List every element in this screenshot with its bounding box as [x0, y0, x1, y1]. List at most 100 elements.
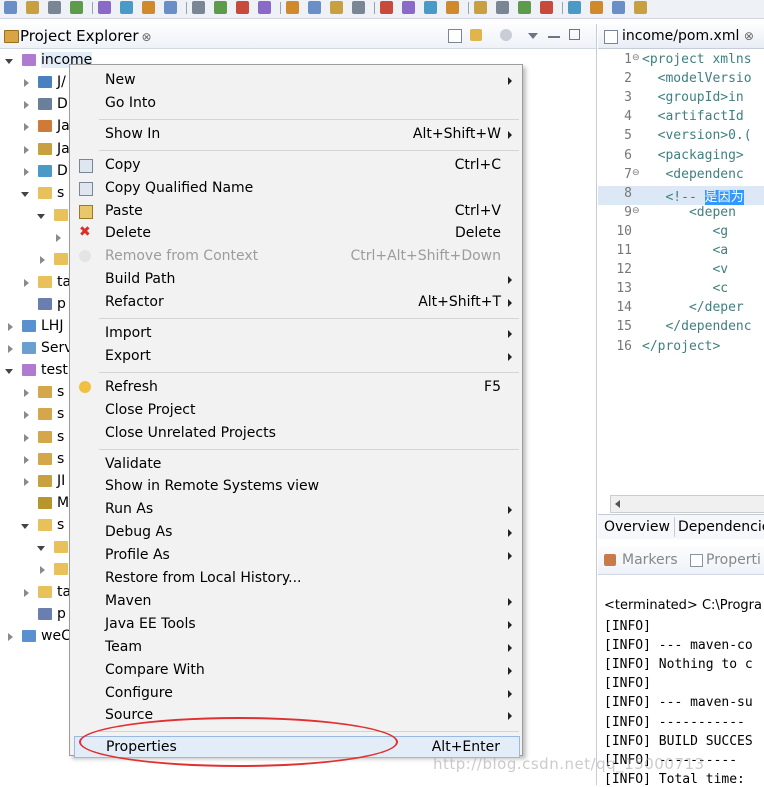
code-line[interactable]: <modelVersio [642, 71, 752, 86]
code-line[interactable]: </deper [642, 300, 744, 315]
expanded-arrow-icon[interactable] [5, 59, 13, 64]
code-line[interactable]: <depen [642, 205, 736, 220]
toolbar-icon[interactable] [236, 1, 249, 14]
toolbar-icon[interactable] [192, 1, 205, 14]
collapsed-arrow-icon[interactable] [24, 477, 29, 486]
collapse-all-icon[interactable] [448, 29, 462, 43]
maximize-icon[interactable] [569, 29, 580, 40]
collapsed-arrow-icon[interactable] [24, 411, 29, 420]
collapsed-arrow-icon[interactable] [24, 588, 29, 597]
fold-icon[interactable]: ⊖ [632, 53, 640, 63]
tab-properties[interactable]: Properti [706, 552, 761, 568]
menu-item-build-path[interactable]: Build Path [70, 269, 520, 291]
collapsed-arrow-icon[interactable] [24, 145, 29, 154]
menu-item-run-as[interactable]: Run As [70, 499, 520, 521]
editor-tab[interactable]: income/pom.xml ⊗ [598, 24, 764, 49]
tab-markers[interactable]: Markers [622, 552, 678, 568]
code-line[interactable]: <packaging> [642, 148, 744, 163]
minimize-icon[interactable] [548, 36, 560, 38]
menu-item-paste[interactable]: Paste Ctrl+V [70, 201, 520, 223]
menu-item-close-project[interactable]: Close Project [70, 400, 520, 422]
collapsed-arrow-icon[interactable] [24, 101, 29, 110]
menu-item-import[interactable]: Import [70, 323, 520, 345]
project-explorer-tab[interactable]: Project Explorer ⊗ [20, 27, 152, 45]
expanded-arrow-icon[interactable] [21, 191, 29, 197]
expanded-arrow-icon[interactable] [37, 546, 45, 552]
menu-item-go-into[interactable]: Go Into [70, 93, 520, 115]
collapsed-arrow-icon[interactable] [8, 632, 13, 641]
code-line[interactable]: <!-- 是因为 [642, 186, 744, 205]
code-line[interactable]: <c [642, 281, 728, 296]
menu-item-validate[interactable]: Validate [70, 454, 520, 476]
menu-item-show-in-remote-systems-view[interactable]: Show in Remote Systems view [70, 476, 520, 498]
toolbar-icon[interactable] [98, 1, 111, 14]
menu-item-java-ee-tools[interactable]: Java EE Tools [70, 614, 520, 636]
toolbar-icon[interactable] [330, 1, 343, 14]
close-icon[interactable]: ⊗ [744, 29, 754, 43]
expanded-arrow-icon[interactable] [37, 214, 45, 220]
toolbar-icon[interactable] [308, 1, 321, 14]
menu-item-refactor[interactable]: Refactor Alt+Shift+T [70, 292, 520, 314]
tab-dependencies[interactable]: Dependencie [678, 519, 764, 535]
collapsed-arrow-icon[interactable] [24, 389, 29, 398]
collapsed-arrow-icon[interactable] [56, 234, 61, 243]
code-line[interactable]: <version>0.( [642, 128, 752, 143]
menu-item-maven[interactable]: Maven [70, 591, 520, 613]
expanded-arrow-icon[interactable] [5, 369, 13, 375]
menu-item-delete[interactable]: ✖ Delete Delete [70, 223, 520, 245]
collapsed-arrow-icon[interactable] [24, 167, 29, 176]
toolbar-icon[interactable] [540, 1, 553, 14]
code-line[interactable]: <artifactId [642, 109, 744, 124]
menu-item-show-in[interactable]: Show In Alt+Shift+W [70, 124, 520, 146]
toolbar-icon[interactable] [120, 1, 133, 14]
collapsed-arrow-icon[interactable] [24, 455, 29, 464]
expanded-arrow-icon[interactable] [21, 524, 29, 530]
toolbar-icon[interactable] [142, 1, 155, 14]
collapsed-arrow-icon[interactable] [24, 433, 29, 442]
link-editor-icon[interactable] [470, 29, 482, 41]
toolbar-icon[interactable] [590, 1, 603, 14]
menu-item-close-unrelated-projects[interactable]: Close Unrelated Projects [70, 423, 520, 445]
code-line[interactable]: <a [642, 243, 728, 258]
code-line[interactable]: <project xmlns [642, 52, 752, 67]
menu-item-export[interactable]: Export [70, 346, 520, 368]
toolbar-icon[interactable] [518, 1, 531, 14]
focus-task-icon[interactable] [500, 29, 512, 41]
toolbar-icon[interactable] [48, 1, 61, 14]
toolbar-icon[interactable] [474, 1, 487, 14]
menu-item-refresh[interactable]: Refresh F5 [70, 377, 520, 399]
menu-item-profile-as[interactable]: Profile As [70, 545, 520, 567]
menu-item-compare-with[interactable]: Compare With [70, 660, 520, 682]
toolbar-icon[interactable] [568, 1, 581, 14]
tab-overview[interactable]: Overview [604, 519, 670, 535]
menu-item-restore-from-local-history[interactable]: Restore from Local History... [70, 568, 520, 590]
toolbar-icon[interactable] [214, 1, 227, 14]
collapsed-arrow-icon[interactable] [24, 123, 29, 132]
toolbar-icon[interactable] [258, 1, 271, 14]
toolbar-icon[interactable] [496, 1, 509, 14]
fold-icon[interactable]: ⊖ [632, 168, 640, 178]
collapsed-arrow-icon[interactable] [8, 344, 13, 353]
toolbar-icon[interactable] [612, 1, 625, 14]
code-line[interactable]: <g [642, 224, 728, 239]
toolbar-icon[interactable] [446, 1, 459, 14]
close-icon[interactable]: ⊗ [142, 30, 152, 44]
collapsed-arrow-icon[interactable] [40, 256, 45, 265]
fold-icon[interactable]: ⊖ [632, 206, 640, 216]
toolbar-icon[interactable] [424, 1, 437, 14]
menu-item-team[interactable]: Team [70, 637, 520, 659]
collapsed-arrow-icon[interactable] [24, 79, 29, 88]
toolbar-icon[interactable] [402, 1, 415, 14]
toolbar-icon[interactable] [352, 1, 365, 14]
code-line[interactable]: </project> [642, 339, 720, 354]
collapsed-arrow-icon[interactable] [40, 566, 45, 575]
toolbar-icon[interactable] [70, 1, 83, 14]
horizontal-scrollbar[interactable] [610, 495, 764, 513]
code-line[interactable]: <dependenc [642, 167, 743, 182]
menu-item-new[interactable]: New [70, 70, 520, 92]
menu-item-debug-as[interactable]: Debug As [70, 522, 520, 544]
scroll-left-icon[interactable] [615, 500, 620, 508]
toolbar-icon[interactable] [286, 1, 299, 14]
toolbar-icon[interactable] [164, 1, 177, 14]
toolbar-icon[interactable] [634, 1, 647, 14]
